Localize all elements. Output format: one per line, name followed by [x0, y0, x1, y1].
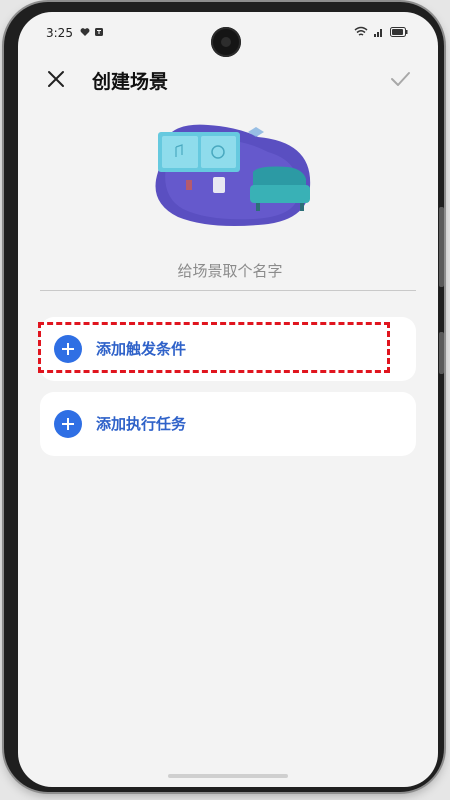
screen: 3:25 创建场景 给场景取个名字 添加触发条件 添加执行任务 — [18, 12, 438, 787]
input-underline — [40, 290, 416, 291]
phone-frame: 3:25 创建场景 给场景取个名字 添加触发条件 添加执行任务 — [4, 2, 444, 792]
add-execution-task-button[interactable]: 添加执行任务 — [40, 392, 416, 456]
status-bar: 3:25 — [18, 12, 438, 57]
battery-icon — [390, 26, 408, 37]
notification-icons — [80, 27, 104, 37]
app-notification-icon — [95, 28, 103, 36]
heart-notification-icon — [80, 28, 90, 36]
plus-circle-icon — [54, 335, 82, 363]
page-title: 创建场景 — [92, 71, 169, 93]
add-trigger-label: 添加触发条件 — [96, 340, 187, 358]
front-camera — [211, 27, 241, 57]
scene-name-field — [40, 252, 420, 292]
status-right-icons — [354, 26, 408, 37]
wifi-icon — [354, 26, 368, 36]
header: 创建场景 — [18, 57, 438, 101]
home-indicator — [168, 774, 288, 778]
power-button — [439, 332, 444, 374]
volume-button — [439, 207, 444, 287]
signal-icon — [374, 29, 382, 37]
plus-circle-icon — [54, 410, 82, 438]
close-icon[interactable] — [44, 67, 68, 91]
add-task-label: 添加执行任务 — [96, 415, 187, 433]
checkmark-icon[interactable] — [388, 67, 412, 91]
scene-name-input[interactable] — [40, 252, 420, 290]
add-trigger-condition-button[interactable]: 添加触发条件 — [40, 317, 416, 381]
scene-illustration — [155, 124, 311, 226]
status-time: 3:25 — [46, 26, 73, 40]
